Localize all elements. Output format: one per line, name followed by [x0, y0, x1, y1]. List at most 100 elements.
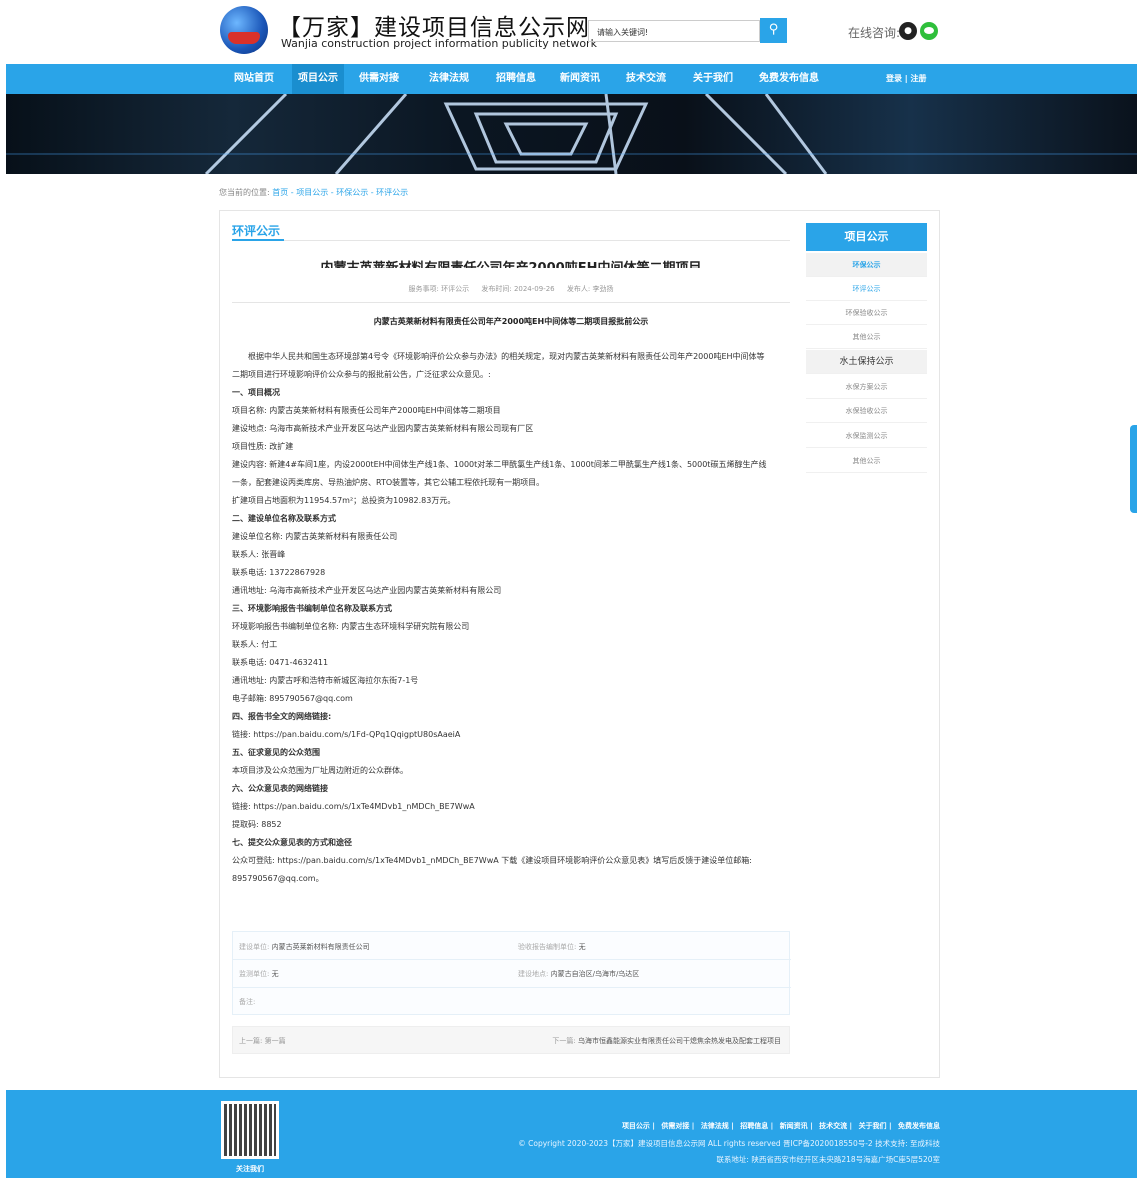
sidebar-item-soil[interactable]: 水土保持公示	[806, 350, 927, 374]
footer-link[interactable]: 免费发布信息	[898, 1122, 940, 1130]
info-value: 无	[578, 943, 586, 951]
nav-tech[interactable]: 技术交流	[620, 64, 672, 94]
footer-link[interactable]: 技术交流	[819, 1122, 847, 1130]
meta-author: 发布人: 李劲扬	[566, 285, 614, 293]
login-register-link[interactable]: 登录 | 注册	[886, 64, 927, 94]
sidebar-item-other-2[interactable]: 其他公示	[806, 449, 927, 473]
meta-date: 发布时间: 2024-09-26	[481, 285, 555, 293]
nav-projects[interactable]: 项目公示	[292, 64, 344, 94]
article-section-heading: 五、征求意见的公众范围	[232, 748, 320, 757]
nav-laws[interactable]: 法律法规	[423, 64, 475, 94]
breadcrumb: 您当前的位置: 首页 - 项目公示 - 环保公示 - 环评公示	[219, 187, 408, 198]
article-line: 联系人: 付工	[232, 640, 278, 649]
footer-link[interactable]: 项目公示	[622, 1122, 650, 1130]
article-line: 建设内容: 新建4#车间1座，内设2000tEH中间体生产线1条、1000t对苯…	[232, 460, 767, 469]
footer-link[interactable]: 关于我们	[859, 1122, 887, 1130]
form-link[interactable]: 链接: https://pan.baidu.com/s/1xTe4MDvb1_n…	[232, 798, 802, 816]
footer-link[interactable]: 招聘信息	[740, 1122, 768, 1130]
logo-globe-icon[interactable]	[220, 6, 268, 54]
sidebar-item-soil-monitor[interactable]: 水保监测公示	[806, 424, 927, 448]
sidebar-header: 项目公示	[806, 223, 927, 251]
sidebar-item-env-accept[interactable]: 环保验收公示	[806, 301, 927, 325]
article-line: 联系电话: 13722867928	[232, 568, 326, 577]
info-build-unit: 建设单位: 内蒙古英莱新材料有限责任公司	[239, 942, 370, 952]
nav-about[interactable]: 关于我们	[687, 64, 739, 94]
info-key: 备注:	[239, 998, 256, 1006]
breadcrumb-prefix: 您当前的位置:	[219, 188, 270, 197]
article-heading: 内蒙古英莱新材料有限责任公司年产2000吨EH中间体等二期项目报批前公示	[373, 317, 649, 326]
info-row-divider	[233, 959, 791, 960]
article-title: 内蒙古英莱新材料有限责任公司年产2000吨EH中间体等二期项目	[232, 256, 790, 268]
article-line: 建设单位名称: 内蒙古英莱新材料有限责任公司	[232, 532, 398, 541]
report-link[interactable]: 链接: https://pan.baidu.com/s/1Fd-QPq1Qqig…	[232, 726, 802, 744]
section-title: 环评公示	[232, 224, 281, 238]
contact-address: 联系地址: 陕西省西安市经开区未央路218号海嘉广场C座5层520室	[716, 1155, 940, 1164]
search-button[interactable]: ⚲	[760, 18, 787, 43]
search-input[interactable]: 请输入关键词!	[588, 20, 760, 42]
info-remark: 备注:	[239, 997, 255, 1007]
article-line: 通讯地址: 内蒙古呼和浩特市新城区海拉尔东街7-1号	[232, 676, 419, 685]
meta-type: 服务事项: 环评公示	[408, 285, 470, 293]
next-title[interactable]: 乌海市恒鑫能源实业有限责任公司干熄焦余热发电及配套工程项目	[578, 1037, 781, 1045]
wechat-icon[interactable]	[920, 22, 938, 40]
article-line: 联系人: 张晋峰	[232, 550, 286, 559]
footer-link[interactable]: 新闻资讯	[780, 1122, 808, 1130]
article-pager: 上一篇: 第一篇 下一篇: 乌海市恒鑫能源实业有限责任公司干熄焦余热发电及配套工…	[232, 1026, 790, 1054]
info-value: 无	[271, 970, 279, 978]
footer-link[interactable]: 供需对接	[661, 1122, 689, 1130]
sidebar-item-other[interactable]: 其他公示	[806, 325, 927, 349]
article-line: 建设地点: 乌海市高新技术产业开发区乌达产业园内蒙古英莱新材料有限公司现有厂区	[232, 424, 534, 433]
info-key: 建设单位:	[239, 943, 270, 951]
follow-us-label: 关注我们	[236, 1165, 264, 1173]
banner-image	[6, 94, 1137, 174]
info-monitor-unit: 监测单位: 无	[239, 969, 279, 979]
footer-links: 项目公示 | 供需对接 | 法律法规 | 招聘信息 | 新闻资讯 | 技术交流 …	[621, 1122, 940, 1130]
article-line: 电子邮箱: 895790567@qq.com	[232, 694, 353, 703]
prev-article-link[interactable]: 上一篇: 第一篇	[239, 1036, 286, 1046]
info-row-divider	[233, 987, 791, 988]
meta-divider	[232, 302, 790, 303]
info-key: 监测单位:	[239, 970, 270, 978]
article-section-heading: 七、提交公众意见表的方式和途径	[232, 838, 352, 847]
site-subtitle: Wanjia construction project information …	[281, 37, 597, 50]
sidebar-item-eia[interactable]: 环评公示	[806, 277, 927, 301]
info-accept-unit: 验收报告编制单位: 无	[518, 942, 586, 952]
copyright-text: © Copyright 2020-2023【万家】建设项目信息公示网 ALL r…	[518, 1139, 940, 1148]
nav-news[interactable]: 新闻资讯	[554, 64, 606, 94]
nav-home[interactable]: 网站首页	[228, 64, 280, 94]
site-header: 【万家】建设项目信息公示网 Wanjia construction projec…	[0, 0, 1137, 64]
article-line: 项目名称: 内蒙古英莱新材料有限责任公司年产2000吨EH中间体等二期项目	[232, 406, 501, 415]
floating-side-tab[interactable]	[1130, 425, 1137, 513]
info-key: 建设地点:	[518, 970, 549, 978]
online-consult-label: 在线咨询:	[848, 26, 901, 40]
nav-supply-demand[interactable]: 供需对接	[353, 64, 405, 94]
nav-free-publish[interactable]: 免费发布信息	[753, 64, 825, 94]
article-meta: 服务事项: 环评公示 发布时间: 2024-09-26 发布人: 李劲扬	[232, 284, 790, 294]
info-value: 内蒙古英莱新材料有限责任公司	[271, 943, 370, 951]
qq-icon[interactable]: ●	[899, 22, 917, 40]
project-info-table: 建设单位: 内蒙古英莱新材料有限责任公司 验收报告编制单位: 无 监测单位: 无…	[232, 931, 791, 1015]
section-underline	[232, 239, 284, 241]
footer-link[interactable]: 法律法规	[701, 1122, 729, 1130]
info-value: 内蒙古自治区/乌海市/乌达区	[550, 970, 640, 978]
article-line[interactable]: 公众可登陆: https://pan.baidu.com/s/1xTe4MDvb…	[232, 852, 802, 870]
article-line: 通讯地址: 乌海市高新技术产业开发区乌达产业园内蒙古英莱新材料有限公司	[232, 586, 502, 595]
article-section-heading: 二、建设单位名称及联系方式	[232, 514, 336, 523]
main-nav: 网站首页 项目公示 供需对接 法律法规 招聘信息 新闻资讯 技术交流 关于我们 …	[6, 64, 1137, 94]
article-line: 联系电话: 0471-4632411	[232, 658, 329, 667]
breadcrumb-path[interactable]: 首页 - 项目公示 - 环保公示 - 环评公示	[272, 188, 408, 197]
sidebar-item-env[interactable]: 环保公示	[806, 253, 927, 277]
article-section-heading: 四、报告书全文的网络链接:	[232, 712, 332, 721]
article-line: 项目性质: 改扩建	[232, 442, 294, 451]
info-key: 验收报告编制单位:	[518, 943, 577, 951]
sidebar-item-soil-plan[interactable]: 水保方案公示	[806, 375, 927, 399]
article-line: 895790567@qq.com。	[232, 874, 324, 883]
article-section-heading: 一、项目概况	[232, 388, 280, 397]
sidebar-item-soil-accept[interactable]: 水保验收公示	[806, 399, 927, 423]
article-line: 二期项目进行环境影响评价公众参与的报批前公告，广泛征求公众意见。:	[232, 370, 491, 379]
section-divider	[232, 240, 790, 241]
article-section-heading: 六、公众意见表的网络链接	[232, 784, 328, 793]
next-article-link[interactable]: 下一篇: 乌海市恒鑫能源实业有限责任公司干熄焦余热发电及配套工程项目	[552, 1036, 781, 1046]
article-line: 本项目涉及公众范围为厂址周边附近的公众群体。	[232, 766, 408, 775]
nav-jobs[interactable]: 招聘信息	[490, 64, 542, 94]
